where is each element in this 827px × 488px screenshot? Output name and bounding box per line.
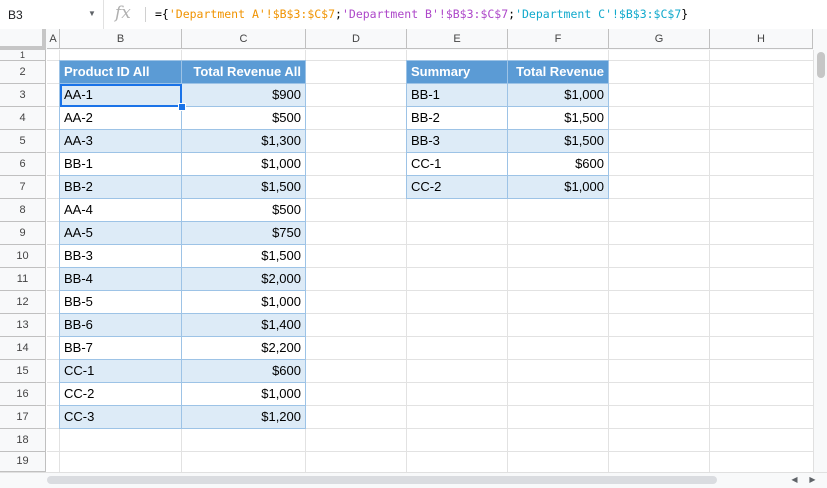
vertical-scroll-thumb[interactable]: [817, 52, 825, 78]
scroll-right-icon[interactable]: ▶: [806, 474, 819, 486]
row-header-11[interactable]: 11: [0, 268, 46, 291]
table-cell[interactable]: BB-4: [59, 267, 182, 291]
horizontal-scroll-thumb[interactable]: [47, 476, 717, 484]
column-header-g[interactable]: G: [609, 29, 710, 49]
table-cell[interactable]: AA-3: [59, 129, 182, 153]
table-cell[interactable]: $500: [181, 106, 306, 130]
table-cell[interactable]: BB-5: [59, 290, 182, 314]
table-cell[interactable]: $750: [181, 221, 306, 245]
formula-token: ;: [335, 7, 342, 21]
fill-handle[interactable]: [178, 103, 186, 111]
formula-token: 'Department A'!$B$3:$C$7: [168, 7, 336, 21]
table-cell[interactable]: BB-7: [59, 336, 182, 360]
formula-token: 'Department B'!$B$3:$C$7: [341, 7, 509, 21]
table-cell[interactable]: $900: [181, 83, 306, 107]
fx-icon: fx: [115, 3, 131, 23]
row-header-16[interactable]: 16: [0, 383, 46, 406]
gridline-horizontal: [47, 451, 813, 452]
row-header-1[interactable]: 1: [0, 50, 46, 61]
table-cell[interactable]: $1,000: [181, 382, 306, 406]
table-cell[interactable]: BB-3: [59, 244, 182, 268]
table-cell[interactable]: AA-4: [59, 198, 182, 222]
table-cell[interactable]: $1,000: [181, 152, 306, 176]
row-header-10[interactable]: 10: [0, 245, 46, 268]
name-box-value: B3: [8, 8, 23, 22]
row-header-19[interactable]: 19: [0, 452, 46, 472]
formula-divider: [145, 7, 146, 22]
table-cell[interactable]: $1,500: [507, 106, 609, 130]
table-cell[interactable]: $1,000: [507, 83, 609, 107]
table-cell[interactable]: AA-2: [59, 106, 182, 130]
row-header-5[interactable]: 5: [0, 130, 46, 153]
table-cell[interactable]: CC-2: [406, 175, 508, 199]
formula-bar: B3 ▼ fx ={'Department A'!$B$3:$C$7;'Depa…: [0, 0, 827, 30]
table-header-cell[interactable]: Total Revenue: [507, 60, 609, 84]
row-header-8[interactable]: 8: [0, 199, 46, 222]
table-cell[interactable]: $1,000: [507, 175, 609, 199]
table-cell[interactable]: $1,000: [181, 290, 306, 314]
table-cell[interactable]: AA-1: [59, 83, 182, 107]
table-cell[interactable]: BB-1: [406, 83, 508, 107]
select-all-corner[interactable]: [0, 29, 46, 50]
column-header-h[interactable]: H: [710, 29, 813, 49]
table-cell[interactable]: BB-1: [59, 152, 182, 176]
formula-token: }: [681, 7, 689, 21]
row-header-3[interactable]: 3: [0, 84, 46, 107]
row-header-7[interactable]: 7: [0, 176, 46, 199]
table-cell[interactable]: BB-2: [59, 175, 182, 199]
formula-token: ={: [155, 7, 169, 21]
column-header-a[interactable]: A: [47, 29, 60, 49]
row-header-13[interactable]: 13: [0, 314, 46, 337]
row-header-6[interactable]: 6: [0, 153, 46, 176]
table-cell[interactable]: $600: [181, 359, 306, 383]
table-cell[interactable]: $1,200: [181, 405, 306, 429]
table-cell[interactable]: CC-1: [406, 152, 508, 176]
table-cell[interactable]: $1,500: [507, 129, 609, 153]
table-cell[interactable]: $2,200: [181, 336, 306, 360]
table-cell[interactable]: BB-6: [59, 313, 182, 337]
table-cell[interactable]: $500: [181, 198, 306, 222]
row-header-12[interactable]: 12: [0, 291, 46, 314]
formula-input[interactable]: ={'Department A'!$B$3:$C$7;'Department B…: [155, 7, 688, 21]
table-cell[interactable]: $1,300: [181, 129, 306, 153]
gridline-vertical: [709, 50, 710, 472]
column-header-b[interactable]: B: [60, 29, 182, 49]
formula-token: 'Department C'!$B$3:$C$7: [515, 7, 682, 21]
row-header-15[interactable]: 15: [0, 360, 46, 383]
horizontal-scrollbar[interactable]: ◀ ▶: [0, 472, 827, 488]
column-header-row: ABCDEFGH: [0, 29, 827, 50]
row-header-9[interactable]: 9: [0, 222, 46, 245]
table-cell[interactable]: CC-3: [59, 405, 182, 429]
name-box[interactable]: B3 ▼: [0, 0, 104, 29]
row-header-4[interactable]: 4: [0, 107, 46, 130]
table-cell[interactable]: BB-2: [406, 106, 508, 130]
chevron-down-icon[interactable]: ▼: [88, 9, 96, 18]
vertical-scrollbar[interactable]: [813, 50, 827, 472]
table-cell[interactable]: $1,500: [181, 175, 306, 199]
column-header-e[interactable]: E: [407, 29, 508, 49]
row-header-2[interactable]: 2: [0, 61, 46, 84]
table-header-cell[interactable]: Total Revenue All: [181, 60, 306, 84]
table-cell[interactable]: CC-1: [59, 359, 182, 383]
row-header-17[interactable]: 17: [0, 406, 46, 429]
table-cell[interactable]: BB-3: [406, 129, 508, 153]
table-cell[interactable]: $600: [507, 152, 609, 176]
table-header-cell[interactable]: Summary: [406, 60, 508, 84]
table-cell[interactable]: $1,400: [181, 313, 306, 337]
row-header-18[interactable]: 18: [0, 429, 46, 452]
column-header-d[interactable]: D: [306, 29, 407, 49]
table-cell[interactable]: AA-5: [59, 221, 182, 245]
table-cell[interactable]: $1,500: [181, 244, 306, 268]
column-header-c[interactable]: C: [182, 29, 306, 49]
column-header-f[interactable]: F: [508, 29, 609, 49]
row-header-14[interactable]: 14: [0, 337, 46, 360]
table-cell[interactable]: $2,000: [181, 267, 306, 291]
table-header-cell[interactable]: Product ID All: [59, 60, 182, 84]
scroll-left-icon[interactable]: ◀: [788, 474, 801, 486]
table-cell[interactable]: CC-2: [59, 382, 182, 406]
